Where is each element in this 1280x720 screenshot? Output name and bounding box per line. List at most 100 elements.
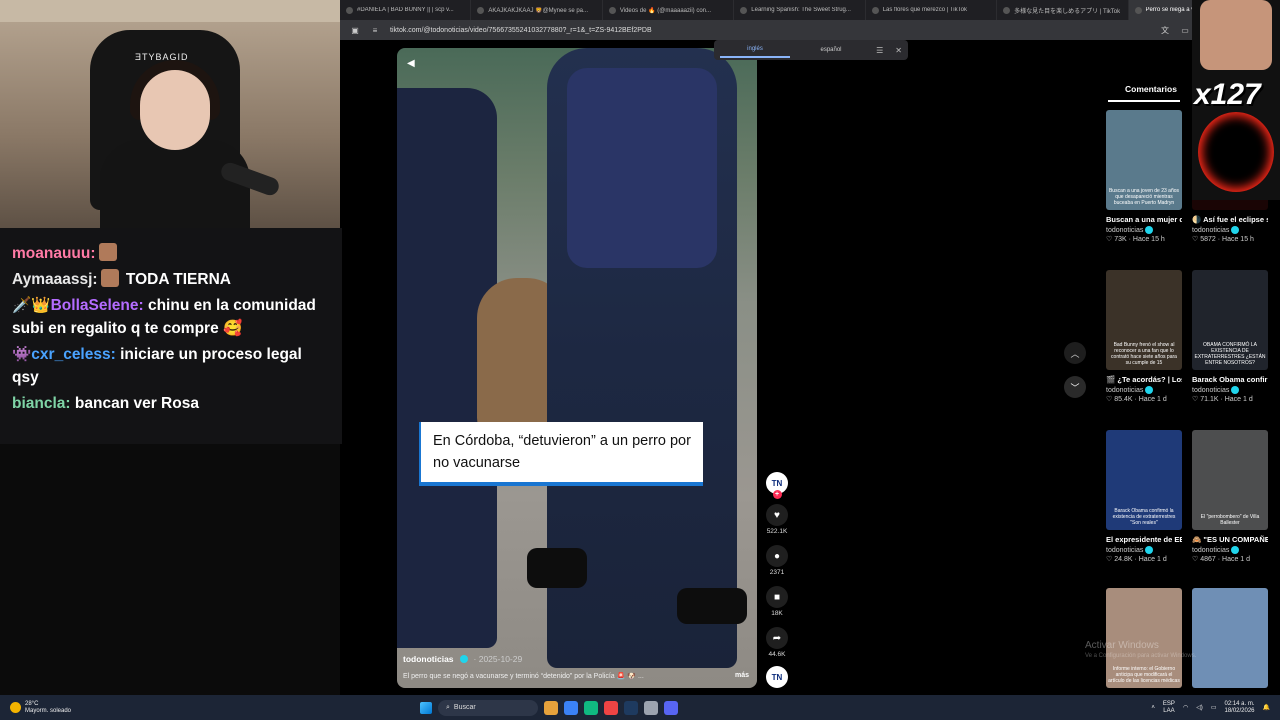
- notification-icon[interactable]: 🔔: [1263, 704, 1270, 711]
- video-thumbnail[interactable]: Buscan a una joven de 23 años que desapa…: [1106, 110, 1182, 210]
- obs-icon[interactable]: [644, 700, 658, 715]
- url-field[interactable]: tiktok.com/@todonoticias/video/756673552…: [390, 27, 1150, 34]
- share-count: 44.6K: [768, 651, 786, 658]
- edge-icon[interactable]: [564, 700, 578, 715]
- input-language[interactable]: ESP LAA: [1163, 701, 1175, 715]
- tab-favicon-icon: [346, 6, 353, 14]
- card-author[interactable]: todonoticias: [1192, 227, 1229, 234]
- site-settings-icon[interactable]: ≡: [370, 25, 380, 35]
- thumbnail-caption: Buscan a una joven de 23 años que desapa…: [1108, 188, 1180, 206]
- channel-avatar-text: TN: [771, 478, 783, 488]
- stream-chat: moanauuu: Aymaaassj: TODA TIERNA 🗡️👑Boll…: [0, 228, 342, 444]
- translate-icon[interactable]: 文: [1160, 25, 1170, 35]
- verified-icon: [1145, 386, 1154, 394]
- file-explorer-icon[interactable]: [544, 700, 558, 715]
- page-info-icon[interactable]: ▣: [350, 25, 360, 35]
- volume-icon[interactable]: ◁): [1196, 704, 1203, 711]
- video-vest: [567, 68, 717, 268]
- menu-icon[interactable]: ☰: [876, 46, 883, 55]
- tab-comments[interactable]: Comentarios: [1125, 84, 1177, 94]
- related-video-card[interactable]: Bad Bunny frenó el show al reconocer a u…: [1106, 270, 1182, 403]
- store-icon[interactable]: [584, 700, 598, 715]
- verified-icon: [1145, 226, 1154, 234]
- video-thumbnail[interactable]: Bad Bunny frenó el show al reconocer a u…: [1106, 270, 1182, 370]
- browser-tab[interactable]: Las flores que merezco | TikTok: [866, 0, 998, 20]
- card-title[interactable]: Barack Obama confirmó la...: [1192, 374, 1268, 385]
- chat-text: TODA TIERNA: [125, 271, 231, 288]
- card-author[interactable]: todonoticias: [1106, 547, 1143, 554]
- follow-plus-icon[interactable]: +: [772, 490, 782, 499]
- card-stats: ♡ 24.8K · Hace 1 d: [1106, 556, 1167, 563]
- browser-tab[interactable]: AKAJKAKJKAAJ 🦁@Mynee se pa...: [471, 0, 603, 20]
- related-video-card[interactable]: Buscan a una joven de 23 años que desapa…: [1106, 110, 1182, 243]
- temperature: 28°C: [25, 700, 39, 707]
- related-video-card[interactable]: El "perrobombero" de Villa Ballester 🙈 "E…: [1192, 430, 1268, 563]
- translate-target-lang[interactable]: español: [796, 43, 866, 57]
- card-author[interactable]: todonoticias: [1192, 547, 1229, 554]
- cast-icon[interactable]: ▭: [1180, 25, 1190, 35]
- verified-icon: [1231, 546, 1240, 554]
- card-title[interactable]: Buscan a una mujer de Villa...: [1106, 214, 1182, 225]
- shelf: [0, 0, 340, 22]
- chevron-up-icon[interactable]: ︿: [1064, 342, 1086, 364]
- card-author[interactable]: todonoticias: [1192, 387, 1229, 394]
- card-title[interactable]: 🌗 Así fue el eclipse solar...: [1192, 214, 1268, 225]
- card-title[interactable]: El expresidente de EE.UU. Barack...: [1106, 534, 1182, 545]
- browser-tab[interactable]: Videos de 🔥 (@maaaaazii) con...: [603, 0, 735, 20]
- wifi-icon[interactable]: ◠: [1183, 704, 1188, 711]
- sun-icon: [10, 702, 21, 713]
- translate-source-lang[interactable]: inglés: [720, 42, 790, 58]
- bookmark-icon[interactable]: ■: [766, 586, 788, 608]
- thumbnail-caption: Barack Obama confirmó la existencia de e…: [1112, 508, 1176, 526]
- weather-widget[interactable]: 28°C Mayorm. soleado: [0, 701, 420, 715]
- browser-tab[interactable]: Learning Spanish: The Sweet Strug...: [734, 0, 866, 20]
- thumbnail-caption: Informe interno: el Gobierno anticipa qu…: [1108, 666, 1180, 684]
- chat-message: biancla: bancan ver Rosa: [12, 392, 330, 415]
- channel-avatar[interactable]: TN +: [766, 472, 788, 499]
- taskbar-search[interactable]: ⌕ Buscar: [438, 699, 538, 716]
- windows-start-icon[interactable]: [420, 701, 432, 714]
- feed-navigation: ︿ ﹀: [1064, 342, 1086, 398]
- more-button[interactable]: más: [735, 672, 749, 679]
- video-thumbnail[interactable]: Barack Obama confirmó la existencia de e…: [1106, 430, 1182, 530]
- brave-icon[interactable]: [604, 700, 618, 715]
- card-author[interactable]: todonoticias: [1106, 227, 1143, 234]
- browser-tab[interactable]: 多様な見た目を楽しめるアプリ | TikTok: [997, 0, 1129, 20]
- video-shoe: [527, 548, 587, 588]
- comment-icon[interactable]: ●: [766, 545, 788, 567]
- steam-icon[interactable]: [624, 700, 638, 715]
- video-shoe: [677, 588, 747, 624]
- video-thumbnail[interactable]: El "perrobombero" de Villa Ballester: [1192, 430, 1268, 530]
- video-player[interactable]: ◀ En Córdoba, “detuvieron” a un perro po…: [397, 48, 757, 688]
- tab-favicon-icon: [608, 6, 616, 14]
- card-title[interactable]: 🎬 ¿Te acordás? | Los shows de Ba...: [1106, 374, 1182, 385]
- video-thumbnail[interactable]: Informe interno: el Gobierno anticipa qu…: [1106, 588, 1182, 688]
- battery-icon[interactable]: ▭: [1211, 704, 1217, 711]
- card-title[interactable]: 🙈 "ES UN COMPAÑERO...: [1192, 534, 1268, 545]
- card-author-row: todonoticias: [1192, 386, 1268, 394]
- sound-disc-avatar[interactable]: TN: [766, 666, 788, 688]
- related-video-card[interactable]: Barack Obama confirmó la existencia de e…: [1106, 430, 1182, 563]
- related-video-card[interactable]: Informe interno: el Gobierno anticipa qu…: [1106, 588, 1182, 688]
- clock-time: 02:14 a. m.: [1224, 700, 1255, 707]
- clock[interactable]: 02:14 a. m. 18/02/2026: [1224, 701, 1254, 715]
- video-thumbnail[interactable]: [1192, 588, 1268, 688]
- like-heart-icon[interactable]: ♥: [766, 504, 788, 526]
- volume-icon[interactable]: ◀: [407, 58, 415, 69]
- close-icon[interactable]: ✕: [895, 46, 902, 55]
- address-bar: ▣ ≡ tiktok.com/@todonoticias/video/75667…: [340, 20, 1280, 40]
- chevron-down-icon[interactable]: ﹀: [1064, 376, 1086, 398]
- video-author[interactable]: todonoticias: [403, 654, 454, 664]
- browser-tab-bar: #DANIELA | BAD BUNNY || | scp v... AKAJK…: [340, 0, 1280, 20]
- browser-tab[interactable]: #DANIELA | BAD BUNNY || | scp v...: [340, 0, 472, 20]
- chevron-up-icon[interactable]: ˄: [1151, 705, 1155, 711]
- system-tray: ˄ ESP LAA ◠ ◁) ▭ 02:14 a. m. 18/02/2026 🔔: [1151, 701, 1280, 715]
- related-video-card[interactable]: OBAMA CONFIRMÓ LA EXISTENCIA DE EXTRATER…: [1192, 270, 1268, 403]
- chat-username: moanauuu:: [12, 245, 96, 262]
- share-arrow-icon[interactable]: ➦: [766, 627, 788, 649]
- related-video-card[interactable]: [1192, 588, 1268, 688]
- card-author[interactable]: todonoticias: [1106, 387, 1143, 394]
- discord-icon[interactable]: [664, 700, 678, 715]
- video-thumbnail[interactable]: OBAMA CONFIRMÓ LA EXISTENCIA DE EXTRATER…: [1192, 270, 1268, 370]
- webcam-overlay: ƎTYBAGID: [0, 0, 340, 228]
